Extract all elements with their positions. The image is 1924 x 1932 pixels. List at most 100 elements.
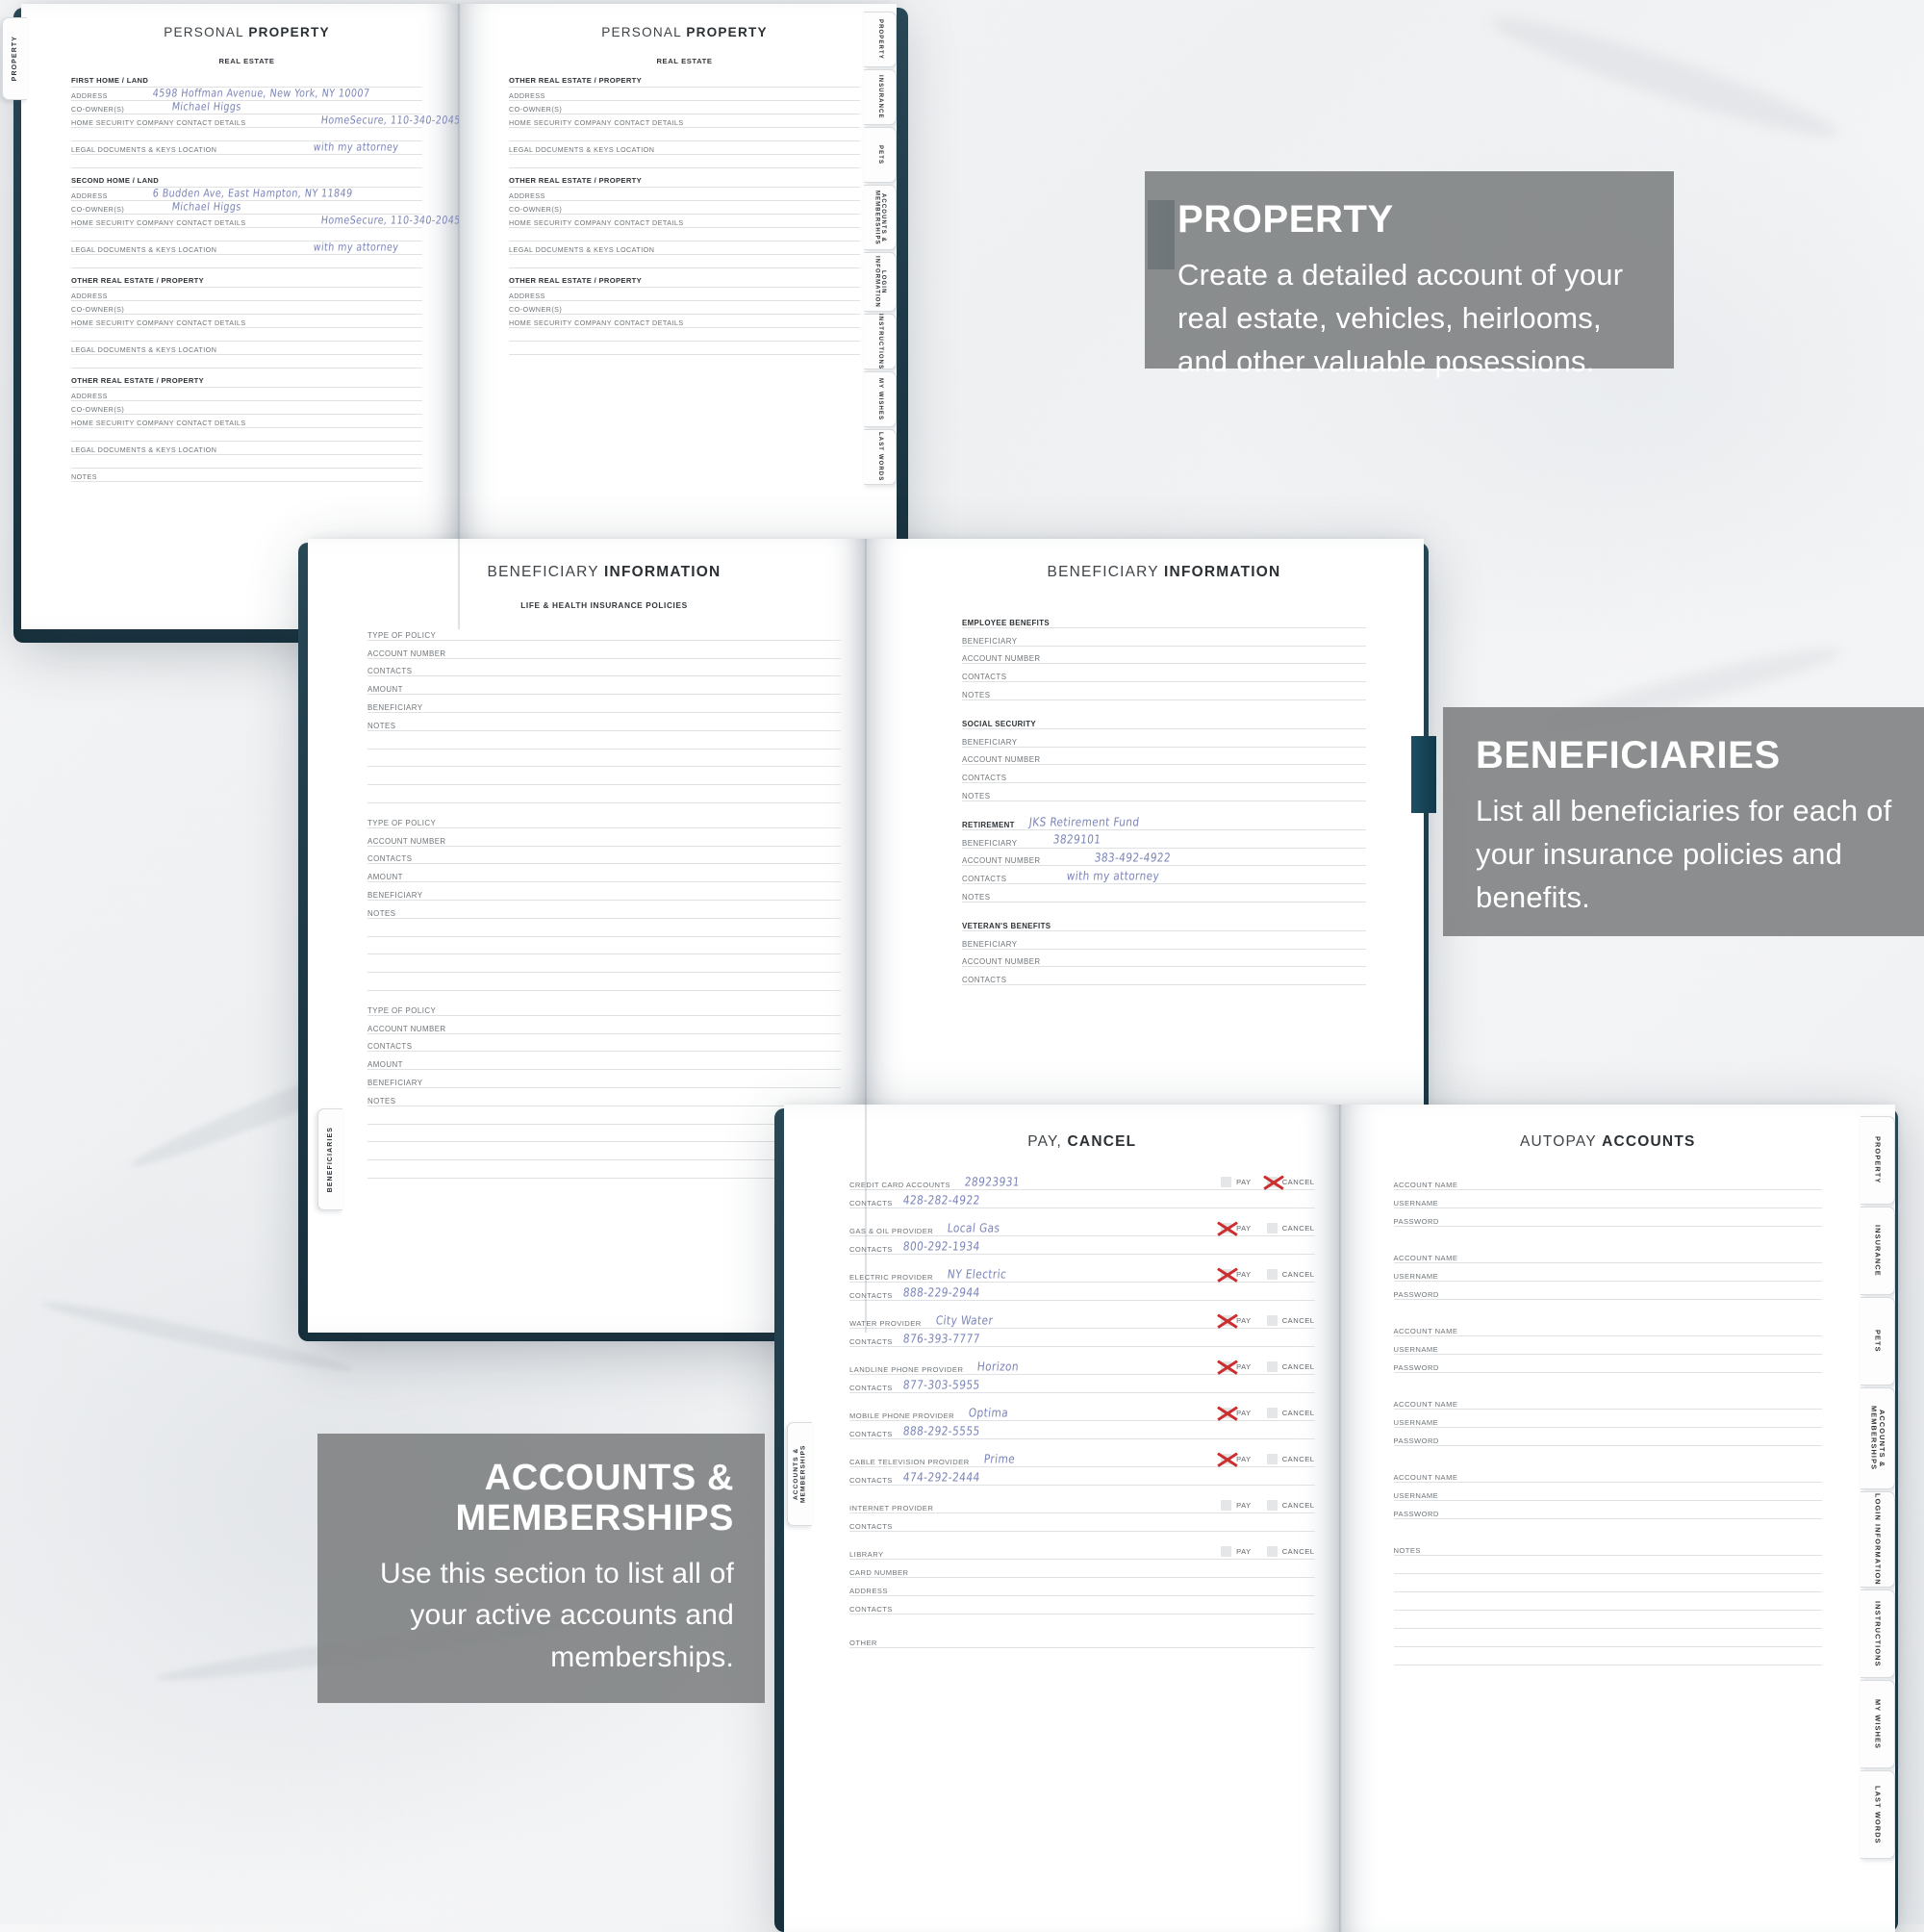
form-field[interactable]: CONTACTS [367,659,841,677]
cancel-checkbox[interactable] [1266,1500,1278,1511]
form-field[interactable]: CO-OWNER(S) Michael Higgs [71,101,422,114]
index-tab-pets[interactable]: PETS [1861,1297,1895,1385]
cancel-checkbox[interactable] [1266,1269,1278,1280]
form-field[interactable]: NOTES [962,884,1366,902]
index-tab-instructions[interactable]: INSTRUCTIONS [1861,1589,1895,1678]
form-field[interactable]: HOME SECURITY COMPANY CONTACT DETAILS [71,315,422,328]
pay-cancel-row[interactable]: ELECTRIC PROVIDER NY Electric PAY CANCEL [849,1264,1315,1283]
pay-checkbox[interactable] [1221,1546,1232,1557]
checkbox-cancel[interactable]: CANCEL [1266,1361,1315,1372]
cancel-checkbox[interactable] [1266,1315,1278,1326]
form-field[interactable]: CO-OWNER(S) [71,401,422,415]
index-tab-property[interactable]: PROPERTY [1861,1116,1895,1205]
form-field[interactable]: HOME SECURITY COMPANY CONTACT DETAILS [71,415,422,428]
contacts-row[interactable]: CONTACTS 428-282-4922 [849,1190,1315,1208]
form-field[interactable]: PASSWORD [1393,1501,1822,1519]
form-field[interactable]: NOTES [367,713,841,731]
index-tab-last-words[interactable]: LAST WORDS [864,429,897,485]
form-field[interactable]: NOTES [367,901,841,919]
form-field[interactable]: CARD NUMBER [849,1560,1315,1578]
form-field[interactable]: AMOUNT [367,1052,841,1071]
form-field[interactable]: ADDRESS 4598 Hoffman Avenue, New York, NY… [71,88,422,101]
form-field[interactable]: TYPE OF POLICY [367,623,841,641]
form-field[interactable]: USERNAME [1393,1263,1822,1282]
form-field[interactable]: ACCOUNT NUMBER 383-492-4922 [962,849,1366,867]
pay-checkbox[interactable] [1221,1269,1232,1280]
form-field[interactable]: CONTACTS [849,1596,1315,1614]
checkbox-cancel[interactable]: CANCEL [1266,1269,1315,1280]
index-tab-insurance[interactable]: INSURANCE [864,69,897,125]
form-field[interactable]: ACCOUNT NAME [1393,1464,1822,1483]
checkbox-pay[interactable]: PAY [1221,1408,1252,1418]
pay-cancel-row[interactable]: WATER PROVIDER City Water PAY CANCEL [849,1310,1315,1329]
checkbox-cancel[interactable]: CANCEL [1266,1315,1315,1326]
checkbox-pay[interactable]: PAY [1221,1269,1252,1280]
form-field[interactable]: NOTES [71,469,422,482]
index-tab-accounts-memberships[interactable]: ACCOUNTS & MEMBERSHIPS [864,185,897,250]
form-field[interactable]: ACCOUNT NUMBER [367,641,841,659]
form-field[interactable]: CONTACTS [367,847,841,865]
form-field[interactable]: PASSWORD [1393,1282,1822,1300]
pay-cancel-row[interactable]: GAS & OIL PROVIDER Local Gas PAY CANCEL [849,1218,1315,1236]
index-tab-instructions[interactable]: INSTRUCTIONS [864,314,897,369]
form-field[interactable]: BENEFICIARY [367,695,841,713]
checkbox-cancel[interactable]: CANCEL [1266,1408,1315,1418]
pay-checkbox[interactable] [1221,1454,1232,1464]
form-field[interactable]: ADDRESS [71,288,422,301]
index-tab-insurance[interactable]: INSURANCE [1861,1207,1895,1295]
contacts-row[interactable]: CONTACTS 876-393-7777 [849,1329,1315,1347]
cancel-checkbox[interactable] [1266,1454,1278,1464]
form-field[interactable]: LEGAL DOCUMENTS & KEYS LOCATION [71,342,422,355]
form-field[interactable]: USERNAME [1393,1336,1822,1355]
checkbox-cancel[interactable]: CANCEL [1266,1177,1315,1187]
form-field[interactable]: ADDRESS [509,188,860,201]
form-field[interactable]: HOME SECURITY COMPANY CONTACT DETAILS [509,215,860,228]
form-field[interactable]: ACCOUNT NUMBER [962,647,1366,665]
form-field[interactable]: USERNAME [1393,1483,1822,1501]
form-field[interactable]: NOTES [1393,1538,1822,1556]
index-tab-last-words[interactable]: LAST WORDS [1861,1770,1895,1859]
book3-left-tab[interactable]: ACCOUNTS & MEMBERSHIPS [787,1422,812,1526]
cancel-checkbox[interactable] [1266,1361,1278,1372]
form-field[interactable]: PASSWORD [1393,1355,1822,1373]
form-field[interactable]: LEGAL DOCUMENTS & KEYS LOCATION [509,242,860,255]
form-field[interactable]: BENEFICIARY [367,1070,841,1088]
cancel-checkbox[interactable] [1266,1223,1278,1233]
form-field[interactable]: NOTES [962,783,1366,801]
pay-checkbox[interactable] [1221,1177,1232,1187]
pay-checkbox[interactable] [1221,1408,1232,1418]
checkbox-pay[interactable]: PAY [1221,1500,1252,1511]
form-field[interactable]: TYPE OF POLICY [367,998,841,1016]
pay-cancel-row[interactable]: MOBILE PHONE PROVIDER Optima PAY CANCEL [849,1403,1315,1421]
form-field[interactable]: ACCOUNT NUMBER [367,1016,841,1034]
index-tab-my-wishes[interactable]: MY WISHES [1861,1680,1895,1768]
pay-cancel-row[interactable]: INTERNET PROVIDER PAY CANCEL [849,1495,1315,1513]
contacts-row[interactable]: CONTACTS 888-292-5555 [849,1421,1315,1439]
form-field[interactable]: HOME SECURITY COMPANY CONTACT DETAILS Hom… [71,114,459,128]
form-field[interactable]: ACCOUNT NAME [1393,1318,1822,1336]
index-tab-login-information[interactable]: LOGIN INFORMATION [1861,1491,1895,1588]
form-field[interactable]: BENEFICIARY [962,628,1366,647]
pay-checkbox[interactable] [1221,1361,1232,1372]
form-field[interactable]: TYPE OF POLICY [367,810,841,828]
cancel-checkbox[interactable] [1266,1408,1278,1418]
form-field[interactable]: ACCOUNT NUMBER [962,748,1366,766]
form-field[interactable]: HOME SECURITY COMPANY CONTACT DETAILS [509,114,860,128]
form-field[interactable]: PASSWORD [1393,1428,1822,1446]
form-field[interactable]: LEGAL DOCUMENTS & KEYS LOCATION with my a… [71,242,422,255]
index-tab-property[interactable]: PROPERTY [864,12,897,67]
contacts-row[interactable]: CONTACTS 800-292-1934 [849,1236,1315,1255]
checkbox-pay[interactable]: PAY [1221,1315,1252,1326]
index-tab-my-wishes[interactable]: MY WISHES [864,371,897,427]
form-field[interactable]: ADDRESS [849,1578,1315,1596]
pay-cancel-row[interactable]: LANDLINE PHONE PROVIDER Horizon PAY CANCEL [849,1357,1315,1375]
contacts-row[interactable]: CONTACTS 877-303-5955 [849,1375,1315,1393]
form-field[interactable]: LEGAL DOCUMENTS & KEYS LOCATION [71,442,422,455]
form-field[interactable]: ACCOUNT NUMBER [962,950,1366,968]
form-field[interactable]: ACCOUNT NAME [1393,1172,1822,1190]
contacts-row[interactable]: CONTACTS 474-292-2444 [849,1467,1315,1486]
form-field[interactable]: ADDRESS 6 Budden Ave, East Hampton, NY 11… [71,188,422,201]
form-field[interactable]: ACCOUNT NAME [1393,1391,1822,1410]
library-row[interactable]: LIBRARY PAY CANCEL [849,1541,1315,1560]
form-field[interactable]: PASSWORD [1393,1208,1822,1227]
